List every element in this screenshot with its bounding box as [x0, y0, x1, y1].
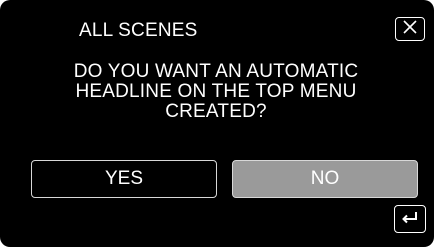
back-button[interactable]	[394, 205, 426, 233]
return-icon	[400, 209, 420, 230]
no-button-label: NO	[310, 168, 340, 189]
dialog-title: ALL SCENES	[79, 20, 198, 41]
dialog-message: DO YOU WANT AN AUTOMATIC HEADLINE ON THE…	[73, 61, 359, 122]
dialog-screen: ALL SCENES DO YOU WANT AN AUTOMATIC HEAD…	[0, 0, 434, 247]
no-button[interactable]: NO	[232, 160, 418, 198]
yes-button[interactable]: YES	[31, 160, 217, 198]
yes-button-label: YES	[104, 168, 144, 189]
close-icon	[402, 19, 418, 39]
close-button[interactable]	[395, 17, 425, 41]
